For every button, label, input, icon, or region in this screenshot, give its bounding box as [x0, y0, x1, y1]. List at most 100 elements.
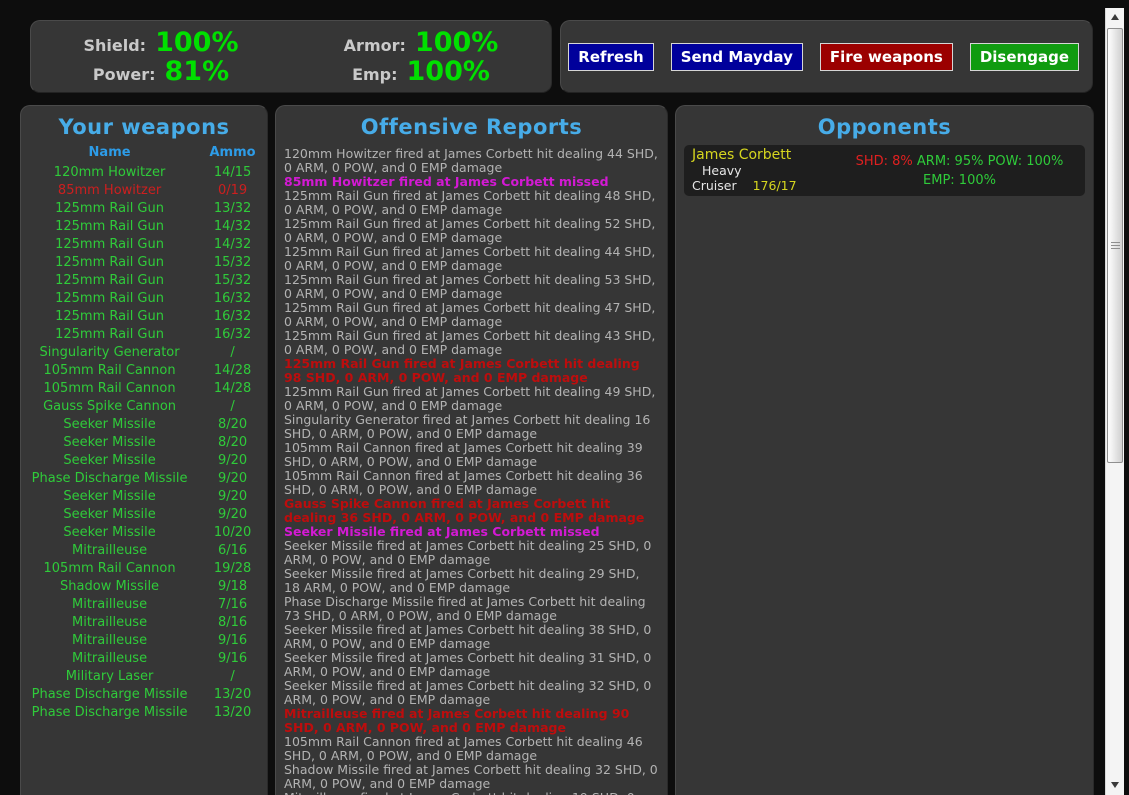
- opponents-panel: Opponents James Corbett Heavy Cruiser 176/1…: [675, 105, 1094, 795]
- weapon-name: 125mm Rail Gun: [55, 308, 164, 324]
- weapon-name: Mitrailleuse: [72, 632, 148, 648]
- armor-stat: Armor: 100%: [291, 29, 551, 56]
- weapon-row: 125mm Rail Gun 14/32: [21, 217, 267, 235]
- weapon-row: Seeker Missile 8/20: [21, 415, 267, 433]
- weapon-row: 105mm Rail Cannon 19/28: [21, 559, 267, 577]
- opponent-hull-value: 176/17: [752, 178, 797, 193]
- power-label: Power:: [92, 64, 156, 84]
- weapon-name: Phase Discharge Missile: [31, 470, 188, 486]
- weapon-ammo: 14/28: [213, 362, 252, 378]
- ship-status-panel: Shield: 100% Armor: 100% Power: 81% Emp:…: [30, 20, 552, 93]
- emp-stat: Emp: 100%: [291, 58, 551, 85]
- weapon-name: Seeker Missile: [63, 524, 156, 540]
- page-scrollbar[interactable]: [1105, 8, 1124, 795]
- weapon-ammo: 16/32: [213, 290, 252, 306]
- opponent-name[interactable]: James Corbett: [692, 148, 842, 163]
- weapon-ammo: /: [230, 344, 235, 360]
- weapon-row: 105mm Rail Cannon 14/28: [21, 361, 267, 379]
- weapon-ammo: 9/18: [217, 578, 248, 594]
- weapon-row: Phase Discharge Missile 13/20: [21, 685, 267, 703]
- weapon-ammo: 10/20: [213, 524, 252, 540]
- weapon-name: 105mm Rail Cannon: [43, 380, 176, 396]
- refresh-button[interactable]: Refresh: [568, 42, 654, 71]
- report-entry: 125mm Rail Gun fired at James Corbett hi…: [284, 188, 656, 217]
- weapon-name: 105mm Rail Cannon: [43, 362, 176, 378]
- report-entry: 120mm Howitzer fired at James Corbett hi…: [284, 146, 658, 175]
- weapon-name: 125mm Rail Gun: [55, 326, 164, 342]
- scrollbar-down-button[interactable]: [1106, 778, 1124, 792]
- weapon-row: Mitrailleuse 7/16: [21, 595, 267, 613]
- weapon-name: 105mm Rail Cannon: [43, 560, 176, 576]
- weapon-ammo: 13/32: [213, 200, 252, 216]
- weapon-row: Gauss Spike Cannon /: [21, 397, 267, 415]
- report-entry: 125mm Rail Gun fired at James Corbett hi…: [284, 272, 656, 301]
- weapon-name: 85mm Howitzer: [57, 182, 162, 198]
- report-entry: Seeker Missile fired at James Corbett hi…: [284, 650, 652, 679]
- report-entry: Seeker Missile fired at James Corbett hi…: [284, 678, 652, 707]
- weapon-row: 120mm Howitzer 14/15: [21, 163, 267, 181]
- weapon-row: 125mm Rail Gun 13/32: [21, 199, 267, 217]
- scrollbar-thumb[interactable]: [1107, 28, 1123, 463]
- weapon-ammo: 19/28: [213, 560, 252, 576]
- weapon-name: 125mm Rail Gun: [55, 218, 164, 234]
- weapon-ammo: 16/32: [213, 326, 252, 342]
- report-entry: Singularity Generator fired at James Cor…: [284, 412, 651, 441]
- report-entry: Gauss Spike Cannon fired at James Corbet…: [284, 496, 645, 525]
- weapon-row: Mitrailleuse 6/16: [21, 541, 267, 559]
- weapon-row: Seeker Missile 9/20: [21, 487, 267, 505]
- weapon-name: Mitrailleuse: [72, 614, 148, 630]
- weapon-name: Seeker Missile: [63, 434, 156, 450]
- power-value: 81%: [164, 55, 230, 87]
- weapon-ammo: 8/16: [217, 614, 248, 630]
- weapon-ammo: 15/32: [213, 272, 252, 288]
- weapon-ammo: /: [230, 398, 235, 414]
- weapon-ammo: 15/32: [213, 254, 252, 270]
- weapon-ammo: 0/19: [217, 182, 248, 198]
- weapon-row: Military Laser /: [21, 667, 267, 685]
- weapon-name: Gauss Spike Cannon: [43, 398, 177, 414]
- shield-stat: Shield: 100%: [31, 29, 291, 56]
- report-entry: Seeker Missile fired at James Corbett mi…: [284, 524, 600, 539]
- report-entry: 105mm Rail Cannon fired at James Corbett…: [284, 734, 643, 763]
- weapon-row: Mitrailleuse 9/16: [21, 631, 267, 649]
- weapon-row: 85mm Howitzer 0/19: [21, 181, 267, 199]
- weapon-name: 125mm Rail Gun: [55, 290, 164, 306]
- weapon-name: Phase Discharge Missile: [31, 704, 188, 720]
- opponent-stats: SHD: 8% ARM: 95% POW: 100% EMP: 100%: [842, 148, 1077, 193]
- weapon-row: 125mm Rail Gun 16/32: [21, 325, 267, 343]
- fire-weapons-button[interactable]: Fire weapons: [819, 42, 953, 71]
- weapon-name: 125mm Rail Gun: [55, 236, 164, 252]
- weapon-name: Seeker Missile: [63, 506, 156, 522]
- report-entry: Seeker Missile fired at James Corbett hi…: [284, 566, 640, 595]
- weapon-name: Seeker Missile: [63, 416, 156, 432]
- disengage-button[interactable]: Disengage: [969, 42, 1079, 71]
- weapon-row: 125mm Rail Gun 14/32: [21, 235, 267, 253]
- battle-screen: Shield: 100% Armor: 100% Power: 81% Emp:…: [0, 0, 1129, 795]
- report-entry: Shadow Missile fired at James Corbett hi…: [284, 762, 658, 791]
- report-entry: 125mm Rail Gun fired at James Corbett hi…: [284, 356, 640, 385]
- opponent-row[interactable]: James Corbett Heavy Cruiser 176/17 SHD: 8% A…: [684, 145, 1085, 196]
- shield-value: 100%: [155, 26, 239, 58]
- weapon-ammo: 9/20: [217, 452, 248, 468]
- report-entry: 105mm Rail Cannon fired at James Corbett…: [284, 468, 643, 497]
- armor-value: 100%: [414, 26, 499, 58]
- report-entry: Mitrailleuse fired at James Corbett hit …: [284, 706, 630, 735]
- weapon-ammo: 14/32: [213, 236, 252, 252]
- weapon-row: Phase Discharge Missile 13/20: [21, 703, 267, 721]
- send-mayday-button[interactable]: Send Mayday: [670, 42, 803, 71]
- opponent-shield-stat: SHD: 8%: [855, 153, 917, 169]
- power-stat: Power: 81%: [31, 58, 291, 85]
- weapon-row: Seeker Missile 9/20: [21, 451, 267, 469]
- weapon-ammo: 14/15: [213, 164, 252, 180]
- opponent-other-stats: ARM: 95% POW: 100% EMP: 100%: [916, 153, 1064, 188]
- weapon-row: Singularity Generator /: [21, 343, 267, 361]
- weapon-row: Mitrailleuse 9/16: [21, 649, 267, 667]
- weapon-ammo: 9/20: [217, 488, 248, 504]
- scrollbar-up-button[interactable]: [1106, 8, 1124, 26]
- weapon-row: 125mm Rail Gun 16/32: [21, 289, 267, 307]
- weapon-name: 125mm Rail Gun: [55, 272, 164, 288]
- opponents-list: James Corbett Heavy Cruiser 176/17 SHD: 8% A…: [676, 145, 1093, 196]
- weapon-name: Seeker Missile: [63, 452, 156, 468]
- scroll-down-icon: [1111, 782, 1119, 788]
- actions-panel: Refresh Send Mayday Fire weapons Disenga…: [560, 20, 1093, 93]
